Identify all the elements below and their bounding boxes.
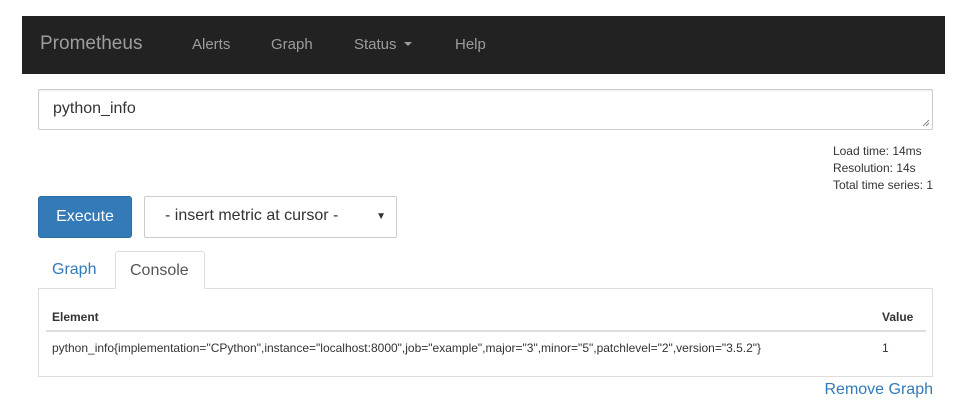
resolution-text: Resolution: 14s <box>832 161 916 175</box>
load-time-text: Load time: 14ms <box>832 144 922 158</box>
tab-graph[interactable]: Graph <box>38 251 110 289</box>
column-header-value: Value <box>876 305 926 332</box>
remove-graph-link[interactable]: Remove Graph <box>825 381 934 399</box>
chevron-down-icon <box>403 42 412 46</box>
dropdown-arrow-icon: ▼ <box>376 211 386 222</box>
console-table: Element Value python_info{implementation… <box>46 305 926 363</box>
nav-status-label: Status <box>354 36 397 53</box>
brand-link[interactable]: Prometheus <box>40 33 142 55</box>
expression-input[interactable]: python_info <box>38 89 933 130</box>
row-element: python_info{implementation="CPython",ins… <box>52 340 762 355</box>
table-header-row: Element Value <box>46 305 926 332</box>
top-navbar: Prometheus Alerts Graph Status Help <box>22 16 945 74</box>
total-series-text: Total time series: 1 <box>832 178 933 192</box>
expression-text: python_info <box>53 100 136 117</box>
row-value: 1 <box>882 340 889 355</box>
insert-metric-select[interactable]: - insert metric at cursor - ▼ <box>144 196 397 238</box>
nav-help[interactable]: Help <box>455 36 486 53</box>
tab-console[interactable]: Console <box>115 251 205 289</box>
column-header-element: Element <box>46 305 876 332</box>
nav-graph[interactable]: Graph <box>271 36 313 53</box>
resize-handle-icon[interactable] <box>922 119 930 127</box>
nav-alerts[interactable]: Alerts <box>192 36 230 53</box>
metric-select-value: - insert metric at cursor - <box>165 207 339 224</box>
execute-button[interactable]: Execute <box>38 196 132 238</box>
query-stats: Load time: 14ms Resolution: 14s Total ti… <box>833 143 933 194</box>
table-row: python_info{implementation="CPython",ins… <box>46 331 926 363</box>
nav-status-dropdown[interactable]: Status <box>354 36 412 53</box>
